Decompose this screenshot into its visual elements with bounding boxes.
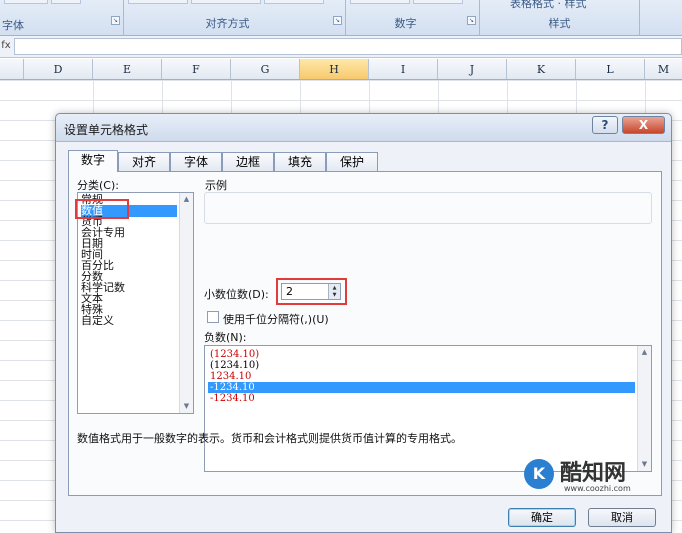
insert-function-icon[interactable]: fx [0, 38, 12, 54]
list-item[interactable]: (1234.10) [208, 349, 635, 360]
dialog-title: 设置单元格格式 [64, 123, 149, 137]
help-button[interactable]: ? [592, 116, 618, 134]
list-item[interactable]: 自定义 [81, 315, 177, 327]
tab-number[interactable]: 数字 [68, 150, 118, 172]
column-header-active[interactable]: H [300, 59, 369, 79]
tab-fill[interactable]: 填充 [274, 152, 326, 171]
thousands-separator-label[interactable]: 使用千位分隔符(,)(U) [223, 311, 329, 327]
tab-border[interactable]: 边框 [222, 152, 274, 171]
formula-bar: fx [0, 36, 682, 58]
list-item[interactable]: -1234.10 [208, 393, 635, 404]
column-header[interactable]: G [231, 59, 300, 79]
formula-input[interactable] [14, 38, 682, 55]
dialog-titlebar[interactable]: 设置单元格格式 ? X [56, 114, 671, 142]
watermark-name: 酷知网 [560, 461, 627, 486]
column-header[interactable]: K [507, 59, 576, 79]
category-scrollbar[interactable]: ▲ ▼ [179, 193, 193, 413]
ribbon-group-number: 数字 ↘ [346, 0, 480, 35]
negative-numbers-label: 负数(N): [204, 331, 247, 344]
thousands-separator-checkbox[interactable] [207, 311, 219, 323]
alignment-dialog-launcher-icon[interactable]: ↘ [333, 16, 342, 25]
column-header[interactable]: E [93, 59, 162, 79]
decimal-places-label: 小数位数(D): [204, 288, 269, 301]
category-label: 分类(C): [77, 179, 119, 192]
scroll-down-icon[interactable]: ▼ [180, 400, 193, 413]
watermark-url: www.coozhi.com [564, 484, 631, 493]
category-list[interactable]: 常规 数值 货币 会计专用 日期 时间 百分比 分数 科学记数 文本 特殊 自定… [77, 192, 194, 414]
ribbon-group-font: ↘ [0, 0, 124, 35]
watermark-logo-icon: K [524, 459, 554, 489]
list-item-selected[interactable]: -1234.10 [208, 382, 635, 393]
column-header[interactable]: J [438, 59, 507, 79]
number-dialog-launcher-icon[interactable]: ↘ [467, 16, 476, 25]
column-header[interactable]: I [369, 59, 438, 79]
column-header[interactable]: F [162, 59, 231, 79]
ribbon-styles-top-text[interactable]: 表格格式 · 样式 [510, 0, 587, 11]
sample-box [204, 192, 652, 224]
ribbon-group-alignment: 对齐方式 ↘ [124, 0, 346, 35]
corner-cell[interactable] [0, 59, 24, 79]
column-headers: D E F G H I J K L M [0, 59, 682, 80]
ribbon-group-number-label: 数字 [394, 17, 417, 30]
tab-protection[interactable]: 保护 [326, 152, 378, 171]
ribbon-group-styles-label: 样式 [548, 17, 571, 30]
ribbon-group-styles: 表格格式 · 样式 样式 [480, 0, 640, 35]
format-description: 数值格式用于一般数字的表示。货币和会计格式则提供货币值计算的专用格式。 [77, 432, 462, 445]
tab-font[interactable]: 字体 [170, 152, 222, 171]
cancel-button[interactable]: 取消 [588, 508, 656, 527]
column-header[interactable]: L [576, 59, 645, 79]
column-header[interactable]: M [645, 59, 682, 79]
scroll-up-icon[interactable]: ▲ [180, 193, 193, 206]
watermark-logo: K 酷知网 www.coozhi.com [520, 452, 650, 502]
column-header[interactable]: D [24, 59, 93, 79]
close-button[interactable]: X [622, 116, 665, 134]
list-item[interactable]: (1234.10) [208, 360, 635, 371]
scroll-up-icon[interactable]: ▲ [638, 346, 651, 359]
ribbon: 字体 ↘ 对齐方式 ↘ 数字 ↘ 表格格式 · 样式 样式 [0, 0, 682, 36]
tab-alignment[interactable]: 对齐 [118, 152, 170, 171]
number-tab-panel: 分类(C): 常规 数值 货币 会计专用 日期 时间 百分比 分数 科学记数 文… [68, 171, 662, 496]
ok-button[interactable]: 确定 [508, 508, 576, 527]
highlight-box-category [75, 199, 129, 219]
ribbon-group-alignment-label: 对齐方式 [205, 17, 250, 30]
font-dialog-launcher-icon[interactable]: ↘ [111, 16, 120, 25]
sample-label: 示例 [205, 179, 227, 192]
list-item[interactable]: 1234.10 [208, 371, 635, 382]
highlight-box-decimals [276, 278, 347, 305]
